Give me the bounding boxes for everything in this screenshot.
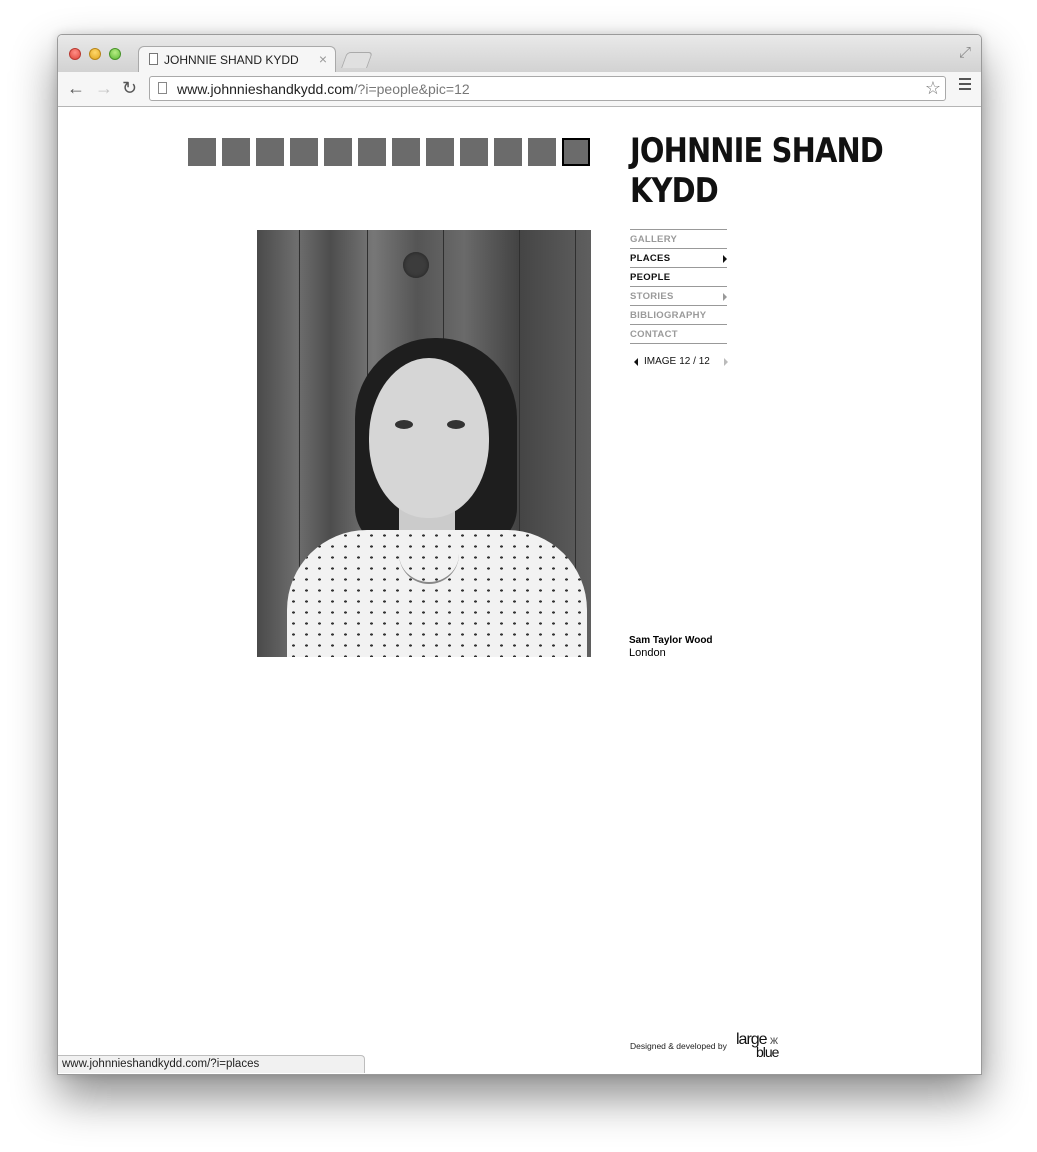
arrow-right-icon [723,255,727,263]
credit-text: Designed & developed by [630,1041,727,1051]
thumbnail-3[interactable] [256,138,284,166]
thumbnail-9[interactable] [460,138,488,166]
thumbnail-7[interactable] [392,138,420,166]
url-text[interactable]: www.johnnieshandkydd.com/?i=people&pic=1… [177,81,470,97]
thumbnail-6[interactable] [358,138,386,166]
fullscreen-icon[interactable]: ⤢ [959,44,971,61]
site-title[interactable]: JOHNNIE SHAND KYDD [630,131,928,211]
main-photo [257,230,591,657]
caption-place: London [629,647,666,659]
image-counter-value: 12 / 12 [679,356,710,367]
nav-label: GALLERY [630,234,678,245]
previous-image-icon[interactable] [634,358,638,366]
image-pager: IMAGE 12 / 12 [634,356,729,368]
browser-tab[interactable]: JOHNNIE SHAND KYDD × [138,46,336,73]
tab-bar: JOHNNIE SHAND KYDD × ⤢ [58,35,981,73]
thumbnail-12[interactable] [562,138,590,166]
menu-icon[interactable] [959,78,971,93]
status-bar: www.johnnieshandkydd.com/?i=places [58,1055,365,1073]
page-icon [158,82,167,94]
nav-label: PLACES [630,253,671,264]
close-window-button[interactable] [69,48,81,60]
tab-close-icon[interactable]: × [319,51,327,67]
browser-toolbar: ← → ↻ www.johnnieshandkydd.com/?i=people… [58,72,981,107]
large-blue-logo-bottom: blue [756,1044,779,1060]
photo-caption: Sam Taylor Wood London [629,635,713,659]
nav-label: BIBLIOGRAPHY [630,310,707,321]
next-image-icon[interactable] [724,358,728,366]
forward-icon[interactable]: → [95,78,113,99]
nav-stories[interactable]: STORIES [630,287,727,306]
image-counter: IMAGE 12 / 12 [644,356,713,367]
nav-people[interactable]: PEOPLE [630,268,727,287]
site-nav: GALLERY PLACES PEOPLE STORIES BIBLIOGRAP… [630,229,727,344]
address-bar[interactable]: www.johnnieshandkydd.com/?i=people&pic=1… [149,76,946,101]
page-icon [149,53,158,65]
nav-label: PEOPLE [630,272,671,283]
thumbnail-1[interactable] [188,138,216,166]
minimize-window-button[interactable] [89,48,101,60]
back-icon[interactable]: ← [67,78,85,99]
bookmark-star-icon[interactable]: ☆ [925,78,941,99]
nav-bibliography[interactable]: BIBLIOGRAPHY [630,306,727,325]
reload-icon[interactable]: ↻ [122,78,137,99]
thumbnail-2[interactable] [222,138,250,166]
nav-gallery[interactable]: GALLERY [630,230,727,249]
browser-window: JOHNNIE SHAND KYDD × ⤢ ← → ↻ www.johnnie… [57,34,982,1075]
nav-places[interactable]: PLACES [630,249,727,268]
new-tab-button[interactable] [341,52,373,68]
thumbnail-10[interactable] [494,138,522,166]
caption-name: Sam Taylor Wood [629,635,713,646]
url-path: /?i=people&pic=12 [353,81,470,97]
thumbnail-4[interactable] [290,138,318,166]
thumbnail-11[interactable] [528,138,556,166]
zoom-window-button[interactable] [109,48,121,60]
thumbnail-8[interactable] [426,138,454,166]
tab-title: JOHNNIE SHAND KYDD [164,53,299,67]
nav-contact[interactable]: CONTACT [630,325,727,344]
image-counter-label: IMAGE [644,356,677,367]
nav-label: STORIES [630,291,674,302]
thumbnail-5[interactable] [324,138,352,166]
arrow-right-icon [723,293,727,301]
nav-label: CONTACT [630,329,678,340]
butterfly-icon: ж [770,1033,779,1047]
url-host: www.johnnieshandkydd.com [177,81,354,97]
